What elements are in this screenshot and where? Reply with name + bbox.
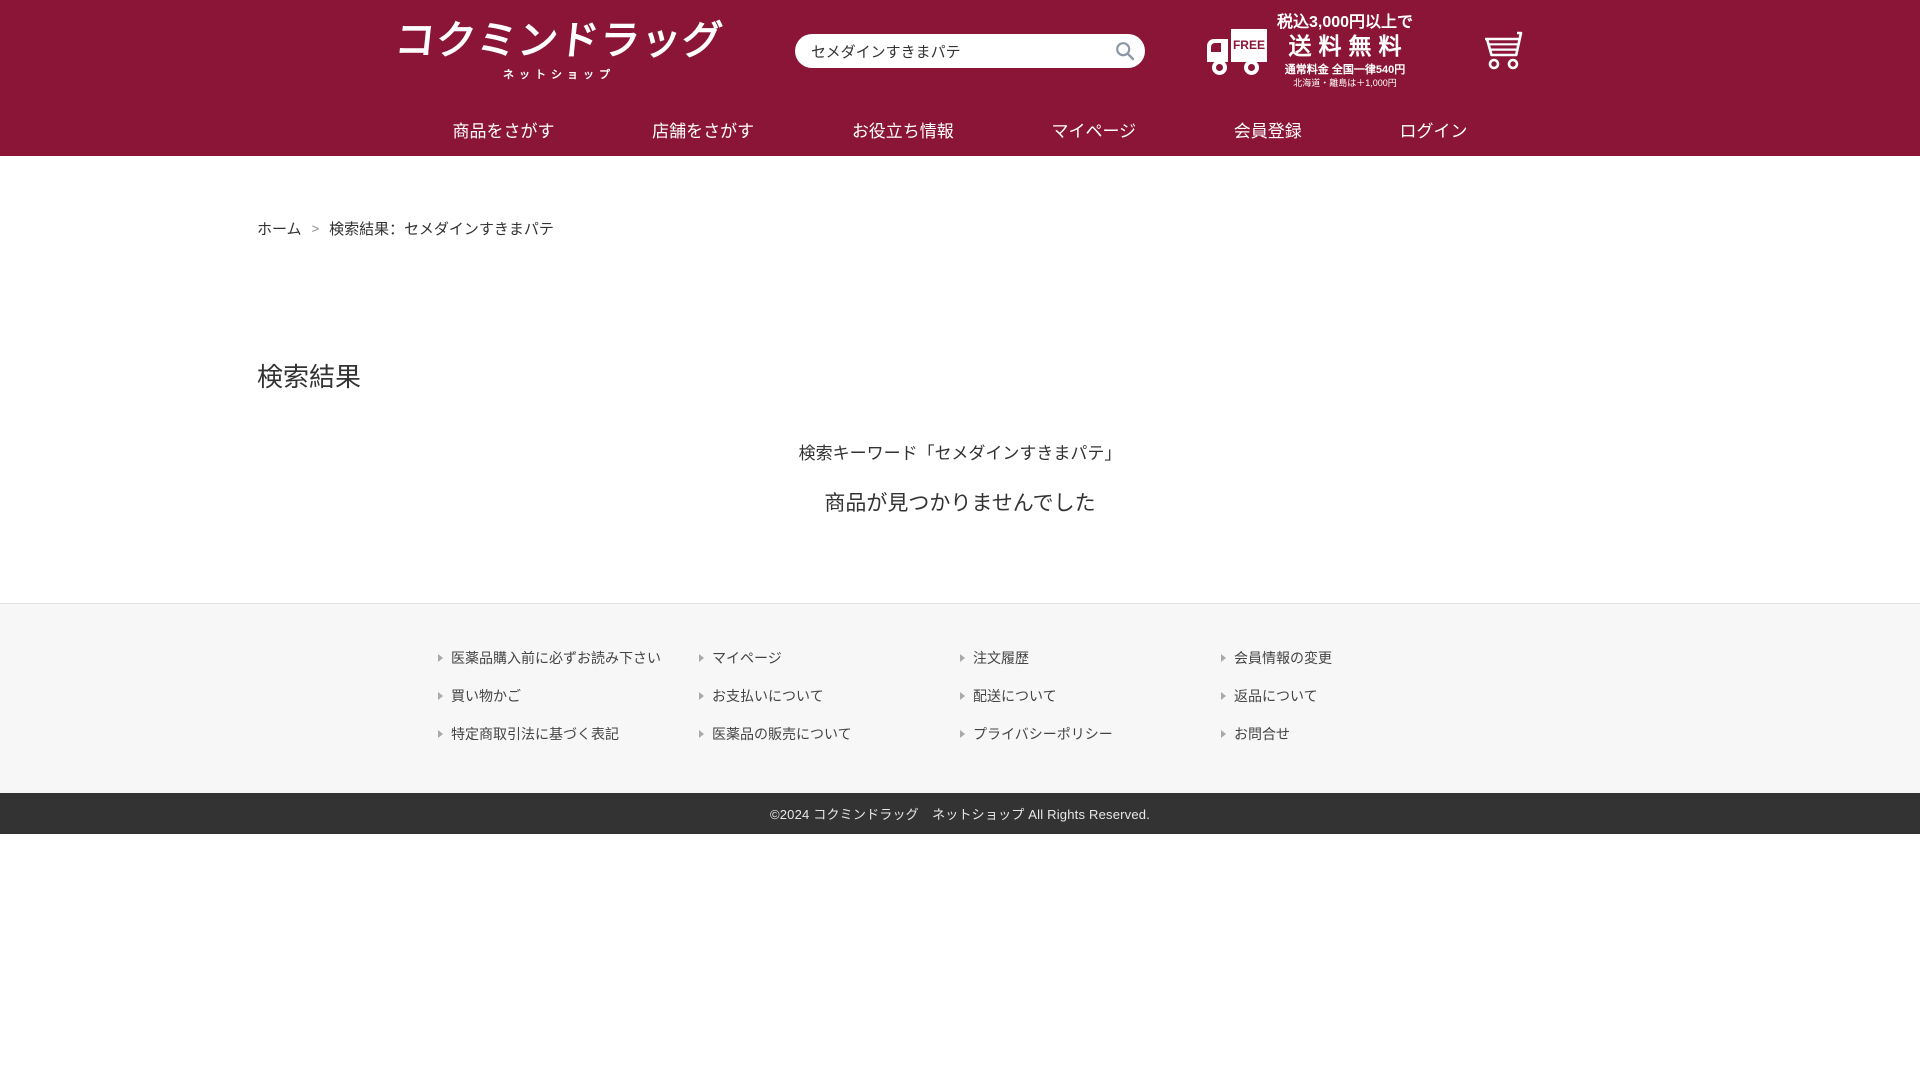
breadcrumb: ホーム > 検索結果：セメダインすきまパテ: [257, 156, 1663, 239]
page-title: 検索結果: [257, 361, 1663, 395]
footer-link-medicine-sales[interactable]: 医薬品の販売について: [699, 724, 960, 744]
breadcrumb-separator: >: [312, 221, 320, 236]
site-footer: 医薬品購入前に必ずお読み下さい 買い物かご 特定商取引法に基づく表記 マイページ…: [0, 603, 1920, 793]
free-badge: FREE: [1233, 38, 1265, 52]
footer-link-cart[interactable]: 買い物かご: [438, 686, 699, 706]
arrow-right-icon: [960, 730, 965, 738]
shipping-threshold: 税込3,000円以上で: [1277, 13, 1413, 32]
copyright-text: ©2024 コクミンドラッグ ネットショップ All Rights Reserv…: [770, 804, 1150, 823]
arrow-right-icon: [960, 692, 965, 700]
site-logo[interactable]: コクミンドラッグ ネットショップ: [395, 21, 723, 82]
shipping-text: 税込3,000円以上で 送料無料 通常料金 全国一律540円 北海道・離島は＋1…: [1277, 13, 1413, 89]
nav-item-products[interactable]: 商品をさがす: [453, 117, 555, 142]
truck-wheel-left: [1212, 60, 1227, 75]
arrow-right-icon: [438, 692, 443, 700]
search-keyword-line: 検索キーワード「セメダインすきまパテ」: [257, 439, 1663, 464]
arrow-right-icon: [699, 730, 704, 738]
footer-column-1: 医薬品購入前に必ずお読み下さい 買い物かご 特定商取引法に基づく表記: [438, 648, 699, 762]
site-header: コクミンドラッグ ネットショップ FREE: [0, 0, 1920, 156]
arrow-right-icon: [699, 654, 704, 662]
shipping-remote-fee: 北海道・離島は＋1,000円: [1293, 78, 1397, 89]
arrow-right-icon: [960, 654, 965, 662]
footer-link-privacy-policy[interactable]: プライバシーポリシー: [960, 724, 1221, 744]
footer-column-2: マイページ お支払いについて 医薬品の販売について: [699, 648, 960, 762]
nav-item-login[interactable]: ログイン: [1399, 117, 1467, 142]
logo-subtitle: ネットショップ: [503, 66, 615, 82]
footer-column-4: 会員情報の変更 返品について お問合せ: [1221, 648, 1482, 762]
nav-item-mypage[interactable]: マイページ: [1051, 117, 1136, 142]
arrow-right-icon: [438, 654, 443, 662]
breadcrumb-current: 検索結果：セメダインすきまパテ: [329, 218, 554, 239]
arrow-right-icon: [1221, 654, 1226, 662]
header-top-row: コクミンドラッグ ネットショップ FREE: [0, 0, 1920, 102]
nav-item-register[interactable]: 会員登録: [1234, 117, 1302, 142]
footer-link-mypage[interactable]: マイページ: [699, 648, 960, 668]
truck-icon: FREE: [1207, 27, 1267, 75]
copyright-bar: ©2024 コクミンドラッグ ネットショップ All Rights Reserv…: [0, 793, 1920, 834]
main-nav: 商品をさがす 店舗をさがす お役立ち情報 マイページ 会員登録 ログイン: [0, 102, 1920, 156]
truck-wheel-right: [1244, 60, 1259, 75]
nav-item-stores[interactable]: 店舗をさがす: [652, 117, 754, 142]
arrow-right-icon: [1221, 730, 1226, 738]
free-shipping-banner: FREE 税込3,000円以上で 送料無料 通常料金 全国一律540円 北海道・…: [1207, 13, 1413, 89]
cart-icon: [1479, 29, 1525, 73]
footer-link-order-history[interactable]: 注文履歴: [960, 648, 1221, 668]
shipping-free-label: 送料無料: [1281, 32, 1408, 61]
footer-link-commercial-law[interactable]: 特定商取引法に基づく表記: [438, 724, 699, 744]
truck-window: [1211, 43, 1221, 52]
no-results-message: 商品が見つかりませんでした: [257, 487, 1663, 517]
footer-column-3: 注文履歴 配送について プライバシーポリシー: [960, 648, 1221, 762]
nav-item-tips[interactable]: お役立ち情報: [852, 117, 954, 142]
cart-button[interactable]: [1479, 29, 1525, 73]
breadcrumb-home-link[interactable]: ホーム: [257, 218, 302, 239]
search-bar: [795, 34, 1145, 68]
magnifier-icon: [1115, 41, 1135, 61]
arrow-right-icon: [1221, 692, 1226, 700]
footer-link-returns[interactable]: 返品について: [1221, 686, 1482, 706]
footer-link-member-info[interactable]: 会員情報の変更: [1221, 648, 1482, 668]
search-input[interactable]: [795, 34, 1145, 68]
footer-link-delivery[interactable]: 配送について: [960, 686, 1221, 706]
footer-link-payment[interactable]: お支払いについて: [699, 686, 960, 706]
arrow-right-icon: [438, 730, 443, 738]
arrow-right-icon: [699, 692, 704, 700]
logo-title: コクミンドラッグ: [393, 21, 725, 61]
search-button[interactable]: [1111, 37, 1139, 65]
footer-link-medicine-notice[interactable]: 医薬品購入前に必ずお読み下さい: [438, 648, 699, 668]
footer-link-contact[interactable]: お問合せ: [1221, 724, 1482, 744]
main-content: ホーム > 検索結果：セメダインすきまパテ 検索結果 検索キーワード「セメダイン…: [0, 156, 1920, 603]
shipping-normal-fee: 通常料金 全国一律540円: [1285, 64, 1405, 77]
